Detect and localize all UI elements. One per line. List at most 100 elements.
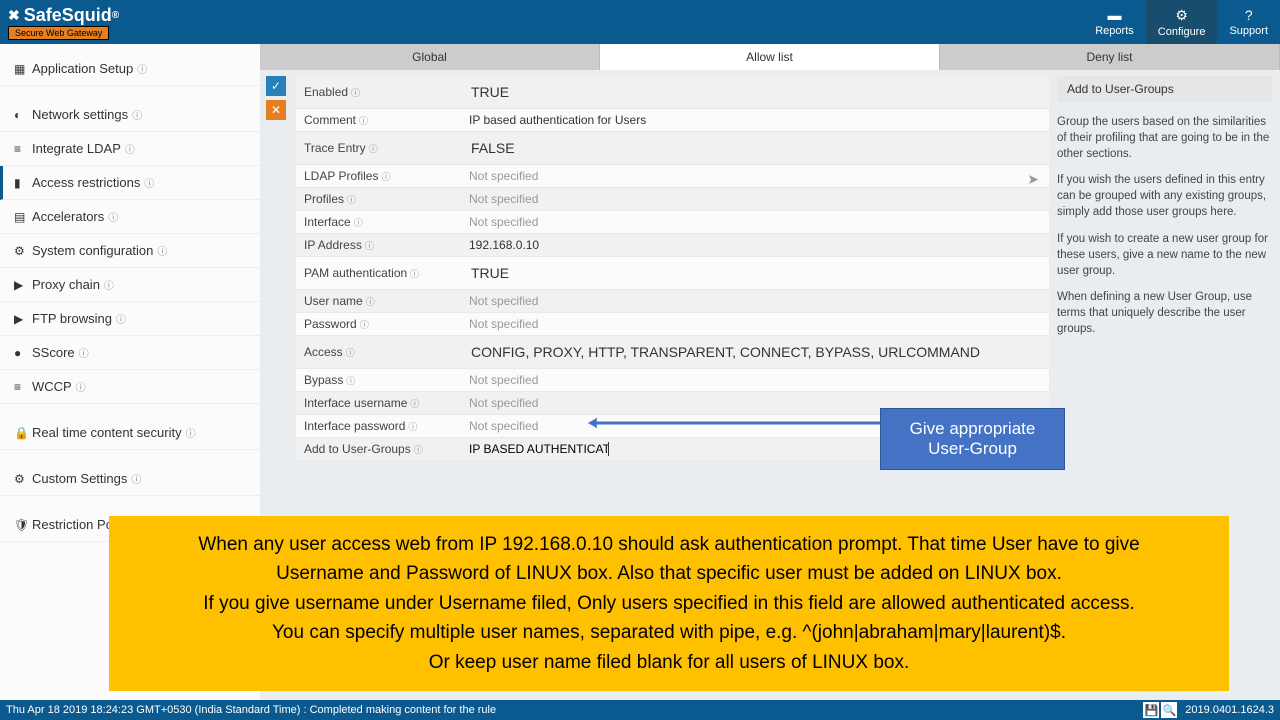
info-icon: ⓘ [157,243,167,258]
support-icon: ? [1245,7,1253,23]
info-icon: ⓘ [144,175,154,190]
form-label: Comment ⓘ [296,109,461,131]
info-icon: ⓘ [186,425,196,440]
form-row: Trace Entry ⓘFALSE [296,132,1049,165]
form-label: User name ⓘ [296,290,461,312]
form-value[interactable]: CONFIG, PROXY, HTTP, TRANSPARENT, CONNEC… [461,336,1049,368]
form-label: Interface ⓘ [296,211,461,233]
form-value[interactable]: Not specified [461,211,1049,233]
access-icon: ▮ [14,176,32,190]
sidebar-integrate-ldap[interactable]: ≡Integrate LDAPⓘ [0,132,260,166]
form-row: Bypass ⓘNot specified [296,369,1049,392]
form-value[interactable]: Not specified [461,290,1049,312]
info-icon: ⓘ [351,86,360,99]
sidebar-application-setup[interactable]: ▦Application Setupⓘ [0,52,260,86]
info-icon: ⓘ [360,318,369,331]
logo: ✖SafeSquid® Secure Web Gateway [8,5,119,40]
sidebar-sscore[interactable]: ●SScoreⓘ [0,336,260,370]
cancel-button[interactable]: ✕ [266,100,286,120]
footer-status: Thu Apr 18 2019 18:24:23 GMT+0530 (India… [6,704,496,716]
nav-configure[interactable]: ⚙Configure [1146,0,1218,44]
info-icon: ⓘ [76,379,86,394]
form-label: Bypass ⓘ [296,369,461,391]
nav-reports[interactable]: ▬Reports [1083,0,1146,44]
tab-deny-list[interactable]: Deny list [940,44,1280,70]
form-row: Password ⓘNot specified [296,313,1049,336]
form-row: LDAP Profiles ⓘNot specified➤ [296,165,1049,188]
sidebar-custom-settings[interactable]: ⚙Custom Settingsⓘ [0,462,260,496]
sidebar-system-config[interactable]: ⚙System configurationⓘ [0,234,260,268]
help-text: If you wish to create a new user group f… [1057,231,1272,279]
confirm-button[interactable]: ✓ [266,76,286,96]
search-icon[interactable]: 🔍 [1161,702,1177,718]
sidebar-network-settings[interactable]: ◐Network settingsⓘ [0,98,260,132]
info-icon: ⓘ [108,209,118,224]
sidebar-ftp-browsing[interactable]: ▶FTP browsingⓘ [0,302,260,336]
form-value[interactable]: Not specified➤ [461,165,1049,187]
callout: Give appropriate User-Group [880,408,1065,470]
form-value[interactable]: Not specified [461,313,1049,335]
form-label: Enabled ⓘ [296,81,461,103]
save-icon[interactable]: 💾 [1143,702,1159,718]
info-icon: ⓘ [365,239,374,252]
accel-icon: ▤ [14,210,32,224]
form-row: Interface ⓘNot specified [296,211,1049,234]
network-icon: ◐ [14,108,32,122]
user-groups-input[interactable] [469,442,609,456]
form-row: PAM authentication ⓘTRUE [296,257,1049,290]
tab-allow-list[interactable]: Allow list [600,44,940,70]
send-icon[interactable]: ➤ [1027,171,1039,188]
info-icon: ⓘ [79,345,89,360]
sidebar-proxy-chain[interactable]: ▶Proxy chainⓘ [0,268,260,302]
security-icon: 🔒 [14,426,32,440]
info-icon: ⓘ [408,420,417,433]
form-value[interactable]: 192.168.0.10 [461,234,1049,256]
help-text: When defining a new User Group, use term… [1057,289,1272,337]
header-nav: ▬Reports ⚙Configure ?Support [1083,0,1280,44]
ldap-icon: ≡ [14,142,32,156]
info-icon: ⓘ [116,311,126,326]
form-value[interactable]: TRUE [461,257,1049,289]
form-value[interactable]: Not specified [461,188,1049,210]
form-label: Password ⓘ [296,313,461,335]
info-icon: ⓘ [347,193,356,206]
info-icon: ⓘ [414,443,423,456]
info-icon: ⓘ [359,114,368,127]
form-value[interactable]: IP based authentication for Users [461,109,1049,131]
info-icon: ⓘ [346,374,355,387]
info-icon: ⓘ [132,107,142,122]
form-value[interactable]: TRUE [461,76,1049,108]
sidebar-access-restrictions[interactable]: ▮Access restrictionsⓘ [0,166,260,200]
info-icon: ⓘ [354,216,363,229]
sidebar-wccp[interactable]: ≡WCCPⓘ [0,370,260,404]
form-value[interactable]: FALSE [461,132,1049,164]
reports-icon: ▬ [1108,7,1122,23]
form-label: Profiles ⓘ [296,188,461,210]
form-row: Access ⓘCONFIG, PROXY, HTTP, TRANSPARENT… [296,336,1049,369]
footer: Thu Apr 18 2019 18:24:23 GMT+0530 (India… [0,700,1280,720]
header: ✖SafeSquid® Secure Web Gateway ▬Reports … [0,0,1280,44]
configure-icon: ⚙ [1175,7,1188,24]
form-label: Interface username ⓘ [296,392,461,414]
restrict-icon: 🛡 [14,518,32,532]
sidebar-accelerators[interactable]: ▤Acceleratorsⓘ [0,200,260,234]
tabs: Global Allow list Deny list [260,44,1280,70]
help-text: Group the users based on the similaritie… [1057,114,1272,162]
form-label: Interface password ⓘ [296,415,461,437]
form-value[interactable]: Not specified [461,369,1049,391]
form-row: Enabled ⓘTRUE [296,76,1049,109]
app-icon: ▦ [14,62,32,76]
form-row: IP Address ⓘ192.168.0.10 [296,234,1049,257]
form-row: Profiles ⓘNot specified [296,188,1049,211]
sysconf-icon: ⚙ [14,244,32,258]
info-icon: ⓘ [137,61,147,76]
form-label: IP Address ⓘ [296,234,461,256]
info-icon: ⓘ [104,277,114,292]
add-user-groups-button[interactable]: Add to User-Groups [1057,76,1272,102]
custom-icon: ⚙ [14,472,32,486]
sidebar-realtime-security[interactable]: 🔒Real time content securityⓘ [0,416,260,450]
wrench-icon: ✖ [8,7,20,24]
info-icon: ⓘ [410,267,419,280]
nav-support[interactable]: ?Support [1217,0,1280,44]
tab-global[interactable]: Global [260,44,600,70]
